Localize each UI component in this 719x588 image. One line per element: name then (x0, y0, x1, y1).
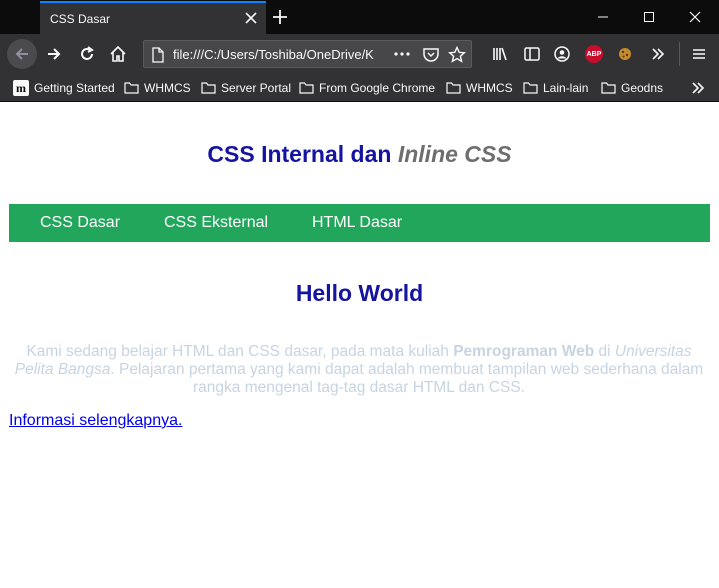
page-content: CSS Internal dan Inline CSS CSS Dasar CS… (1, 103, 718, 587)
forward-arrow-icon (48, 48, 61, 60)
reload-icon (81, 46, 94, 60)
bookmarks-toolbar: m Getting Started WHMCS Server Portal Fr… (0, 74, 719, 102)
bookmark-folder-lain-lain[interactable]: Lain-lain (523, 79, 588, 97)
bookmark-label: WHMCS (466, 81, 513, 95)
sidebar-button[interactable] (520, 42, 544, 66)
minimize-icon (598, 16, 608, 18)
toolbar-divider (679, 42, 680, 66)
bookmark-label: Server Portal (221, 81, 292, 95)
bookmark-folder-from-google-chrome[interactable]: From Google Chrome (299, 79, 435, 97)
folder-icon (124, 82, 139, 94)
folder-icon (201, 82, 216, 94)
library-button[interactable] (488, 42, 512, 66)
bookmark-folder-geodns[interactable]: Geodns (601, 79, 663, 97)
double-chevron-right-icon (652, 48, 665, 60)
menu-link-css-eksternal[interactable]: CSS Eksternal (164, 214, 268, 232)
folder-icon (299, 82, 314, 94)
menu-link-css-dasar[interactable]: CSS Dasar (40, 214, 120, 232)
cookie-icon (619, 48, 631, 60)
pocket-icon[interactable] (422, 46, 440, 64)
page-title-main: CSS Internal dan (207, 141, 398, 167)
para-text-3: . Pelajaran pertama yang kami dapat adal… (110, 361, 704, 396)
folder-icon (523, 82, 538, 94)
account-icon (554, 46, 570, 62)
tab-css-dasar[interactable]: CSS Dasar (40, 1, 266, 34)
bookmark-label: From Google Chrome (319, 81, 436, 95)
library-icon (493, 47, 507, 61)
minimize-button[interactable] (580, 0, 626, 34)
cookie-extension-button[interactable] (613, 42, 637, 66)
forward-button[interactable] (42, 42, 66, 66)
sidebar-icon (524, 47, 540, 61)
nav-menu: CSS Dasar CSS Eksternal HTML Dasar (9, 204, 710, 242)
maximize-icon (644, 12, 654, 22)
bookmark-label: Getting Started (34, 81, 115, 95)
bookmark-folder-server-portal[interactable]: Server Portal (201, 79, 291, 97)
folder-icon (446, 82, 461, 94)
para-bold: Pemrograman Web (453, 343, 595, 360)
hello-heading: Hello World (295, 280, 424, 306)
close-tab-icon[interactable] (244, 11, 258, 25)
page-title: CSS Internal dan Inline CSS (1, 141, 718, 168)
bookmark-getting-started[interactable]: m Getting Started (13, 79, 115, 97)
navigation-toolbar: file:///C:/Users/Toshiba/OneDrive/K (0, 34, 719, 74)
page-title-italic: Inline CSS (397, 141, 512, 167)
para-text-2: di (594, 343, 615, 360)
reload-button[interactable] (75, 42, 99, 66)
double-chevron-right-icon (692, 82, 705, 94)
url-text[interactable]: file:///C:/Users/Toshiba/OneDrive/K (173, 47, 389, 62)
home-button[interactable] (106, 42, 130, 66)
browser-titlebar: CSS Dasar (0, 0, 719, 34)
back-arrow-icon (15, 48, 28, 60)
address-bar[interactable]: file:///C:/Users/Toshiba/OneDrive/K (143, 40, 472, 68)
menu-link-html-dasar[interactable]: HTML Dasar (312, 214, 402, 232)
overflow-extensions-button[interactable] (646, 42, 670, 66)
intro-paragraph: Kami sedang belajar HTML dan CSS dasar, … (9, 343, 709, 397)
bookmark-folder-whmcs-2[interactable]: WHMCS (446, 79, 513, 97)
tab-title: CSS Dasar (50, 12, 111, 26)
close-window-button[interactable] (672, 0, 718, 34)
bookmarks-overflow-button[interactable] (690, 79, 711, 97)
para-text-1: Kami sedang belajar HTML dan CSS dasar, … (26, 343, 454, 360)
new-tab-icon[interactable] (272, 9, 288, 25)
back-button[interactable] (7, 39, 37, 69)
folder-icon (601, 82, 616, 94)
close-window-icon (689, 11, 701, 23)
bookmark-label: WHMCS (144, 81, 191, 95)
file-page-icon (152, 47, 164, 63)
more-info-link[interactable]: Informasi selengkapnya. (9, 412, 182, 430)
hamburger-menu-icon (693, 49, 705, 59)
menu-button[interactable] (687, 42, 711, 66)
bookmark-label: Geodns (621, 81, 664, 95)
bookmark-label: Lain-lain (543, 81, 589, 95)
bookmark-folder-whmcs[interactable]: WHMCS (124, 79, 191, 97)
account-button[interactable] (550, 42, 574, 66)
maximize-button[interactable] (626, 0, 672, 34)
bookmark-star-icon[interactable] (448, 46, 466, 64)
m-logo-icon: m (13, 80, 29, 96)
adblock-plus-icon[interactable]: ABP (585, 45, 603, 63)
page-actions-icon[interactable] (394, 51, 410, 57)
home-icon (110, 45, 126, 62)
